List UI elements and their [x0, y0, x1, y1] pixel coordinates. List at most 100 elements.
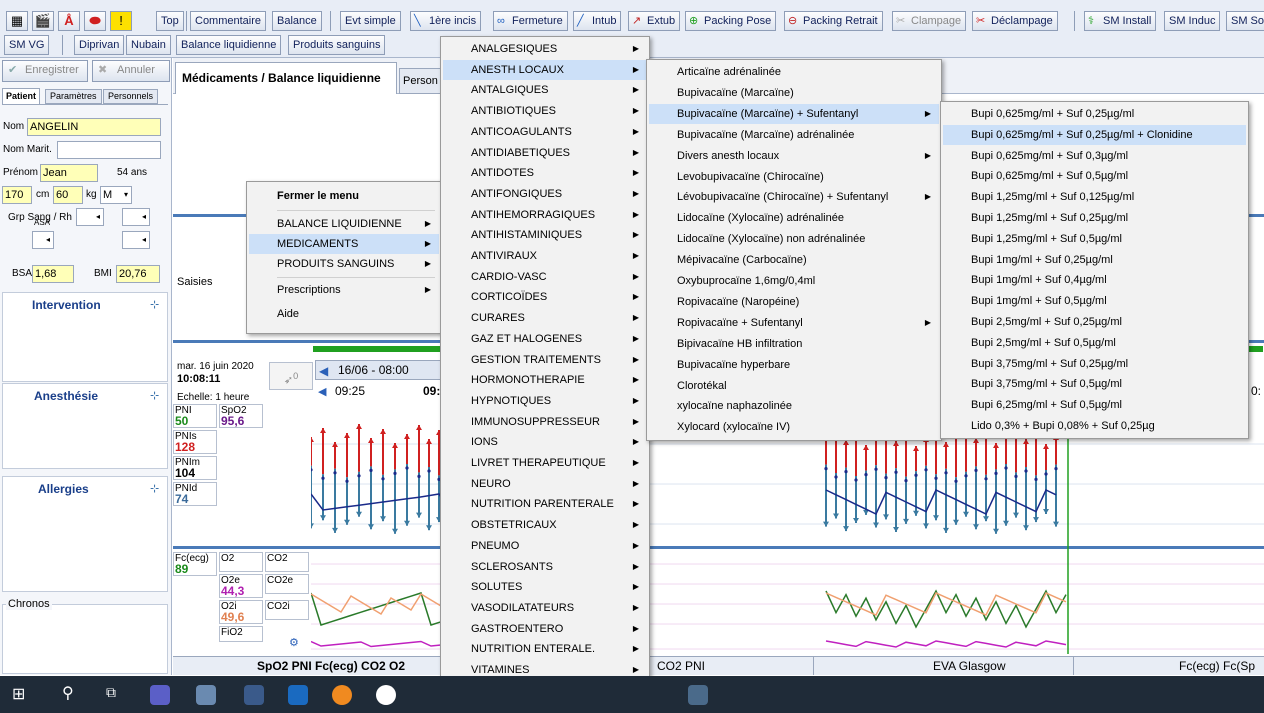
app-icon[interactable] — [376, 685, 396, 705]
menu-item-antidiabetiques[interactable]: ANTIDIABETIQUES ▶ — [443, 143, 647, 163]
declampage-button[interactable]: ✂ Déclampage — [972, 11, 1058, 31]
menu-item-bupi-option[interactable]: Bupi 3,75mg/ml + Suf 0,5µg/ml — [943, 374, 1246, 394]
menu-item-bupivacaine-marcaine-sufentanyl[interactable]: Bupivacaïne (Marcaïne) + Sufentanyl ▶ — [649, 103, 939, 124]
menu-item-bupi-option[interactable]: Bupi 1,25mg/ml + Suf 0,5µg/ml — [943, 229, 1246, 249]
menu-item-antidotes[interactable]: ANTIDOTES ▶ — [443, 163, 647, 183]
menu-item-antifongiques[interactable]: ANTIFONGIQUES ▶ — [443, 184, 647, 204]
windows-start-icon[interactable]: ⊞ — [12, 684, 25, 704]
clampage-button[interactable]: ✂ Clampage — [892, 11, 967, 31]
syringe-button[interactable]: ➶0 — [269, 362, 313, 390]
app-icon[interactable] — [196, 685, 216, 705]
menu-item-ropivacaine-naropeine[interactable]: Ropivacaïne (Naropéine) — [649, 292, 939, 312]
bmi-field[interactable]: 20,76 — [116, 265, 160, 283]
commentaire-button[interactable]: Commentaire — [190, 11, 267, 31]
tree-icon[interactable]: ⊹ — [150, 389, 159, 402]
menu-item-curares[interactable]: CURARES ▶ — [443, 308, 647, 328]
menu-item-prescriptions[interactable]: Prescriptions ▶ — [249, 280, 439, 300]
menu-item-articaine-adrenalinee[interactable]: Articaïne adrénalinée — [649, 62, 939, 82]
sm-vg-button[interactable]: SM VG — [4, 35, 50, 55]
menu-item-lidocaine-xylocaine-adrenalinee[interactable]: Lidocaïne (Xylocaïne) adrénalinée — [649, 208, 939, 228]
menu-item-oxybuprocaine-1-6mg-0-4ml[interactable]: Oxybuprocaïne 1,6mg/0,4ml — [649, 271, 939, 291]
gears-icon[interactable]: ⚙ — [289, 636, 299, 649]
teams-icon[interactable] — [150, 685, 170, 705]
extub-button[interactable]: ↗ Extub — [628, 11, 681, 31]
packing-pose-button[interactable]: ⊕ Packing Pose — [685, 11, 777, 31]
menu-item-hypnotiques[interactable]: HYPNOTIQUES ▶ — [443, 391, 647, 411]
menu-item-medicaments[interactable]: MEDICAMENTS ▶ — [249, 234, 439, 254]
menu-item-bupi-option[interactable]: Bupi 1,25mg/ml + Suf 0,25µg/ml — [943, 208, 1246, 228]
menu-item-bupi-option[interactable]: Bupi 2,5mg/ml + Suf 0,5µg/ml — [943, 333, 1246, 353]
rh-select[interactable]: ◂ — [122, 208, 150, 226]
produits-sanguins-button[interactable]: Produits sanguins — [288, 35, 386, 55]
menu-item-divers-anesth-locaux[interactable]: Divers anesth locaux ▶ — [649, 146, 939, 166]
menu-item-bupivacaine-marcaine-adrenalinee[interactable]: Bupivacaïne (Marcaïne) adrénalinée — [649, 125, 939, 145]
menu-item-ions[interactable]: IONS ▶ — [443, 432, 647, 452]
menu-item-bupi-option[interactable]: Bupi 0,625mg/ml + Suf 0,25µg/ml + Clonid… — [943, 124, 1246, 145]
prev-icon[interactable]: ◀ — [318, 385, 326, 398]
menu-item-bupi-option[interactable]: Lido 0,3% + Bupi 0,08% + Suf 0,25µg — [943, 416, 1246, 436]
menu-item-clorotekal[interactable]: Clorotékal — [649, 376, 939, 396]
tree-icon[interactable]: ⊹ — [150, 298, 159, 311]
menu-item-bupi-option[interactable]: Bupi 3,75mg/ml + Suf 0,25µg/ml — [943, 354, 1246, 374]
sm-install-button[interactable]: ⚕ SM Install — [1084, 11, 1157, 31]
menu-item-fermer-le-menu[interactable]: Fermer le menu — [249, 186, 439, 206]
sm-induc-button[interactable]: SM Induc — [1164, 11, 1221, 31]
menu-item-xylocard-xylocaine-iv[interactable]: Xylocard (xylocaïne IV) — [649, 417, 939, 437]
menu-item-antalgiques[interactable]: ANTALGIQUES ▶ — [443, 80, 647, 100]
app-icon[interactable] — [688, 685, 708, 705]
capsule-icon[interactable]: ⬬ — [84, 11, 106, 31]
tab-personnels[interactable]: Personnels — [103, 89, 159, 104]
date-navigator[interactable]: ◀ 16/06 - 08:00 — [315, 360, 445, 380]
menu-item-immunosuppresseur[interactable]: IMMUNOSUPPRESSEUR ▶ — [443, 412, 647, 432]
nubain-button[interactable]: Nubain — [126, 35, 171, 55]
menu-item-antiviraux[interactable]: ANTIVIRAUX ▶ — [443, 246, 647, 266]
menu-item-bupi-option[interactable]: Bupi 0,625mg/ml + Suf 0,5µg/ml — [943, 166, 1246, 186]
menu-item-produits-sanguins[interactable]: PRODUITS SANGUINS ▶ — [249, 254, 439, 274]
menu-item-corticoides[interactable]: CORTICOÏDES ▶ — [443, 287, 647, 307]
menu-item-livret-therapeutique[interactable]: LIVRET THERAPEUTIQUE ▶ — [443, 453, 647, 473]
menu-item-bupivacaine-marcaine[interactable]: Bupivacaïne (Marcaïne) — [649, 83, 939, 103]
intub-button[interactable]: ╱ Intub — [573, 11, 622, 31]
incision-button[interactable]: ╲ 1ère incis — [410, 11, 482, 31]
menu-item-bupi-option[interactable]: Bupi 0,625mg/ml + Suf 0,25µg/ml — [943, 104, 1246, 124]
menu-item-obstetricaux[interactable]: OBSTETRICAUX ▶ — [443, 515, 647, 535]
outlook-icon[interactable] — [288, 685, 308, 705]
task-view-icon[interactable]: ⧉ — [106, 684, 116, 701]
menu-item-gaz-et-halogenes[interactable]: GAZ ET HALOGENES ▶ — [443, 329, 647, 349]
menu-item-pneumo[interactable]: PNEUMO ▶ — [443, 536, 647, 556]
menu-item-bupi-option[interactable]: Bupi 1,25mg/ml + Suf 0,125µg/ml — [943, 187, 1246, 207]
menu-item-cardio-vasc[interactable]: CARDIO-VASC ▶ — [443, 267, 647, 287]
menu-item-antihistaminiques[interactable]: ANTIHISTAMINIQUES ▶ — [443, 225, 647, 245]
menu-item-gastroentero[interactable]: GASTROENTERO ▶ — [443, 619, 647, 639]
menu-item-balance-liquidienne[interactable]: BALANCE LIQUIDIENNE ▶ — [249, 214, 439, 234]
menu-item-antibiotiques[interactable]: ANTIBIOTIQUES ▶ — [443, 101, 647, 121]
nom-field[interactable]: ANGELIN — [27, 118, 161, 136]
menu-item-antihemorragiques[interactable]: ANTIHEMORRAGIQUES ▶ — [443, 205, 647, 225]
menu-item-mepivacaine-carbocaine[interactable]: Mépivacaïne (Carbocaïne) — [649, 250, 939, 270]
sm-so-button[interactable]: SM So — [1226, 11, 1264, 31]
tab-medicaments[interactable]: Médicaments / Balance liquidienne — [175, 62, 397, 94]
save-button[interactable]: ✔ Enregistrer — [2, 60, 88, 82]
balance-liquidienne-button[interactable]: Balance liquidienne — [176, 35, 282, 55]
tab-parametres[interactable]: Paramètres — [45, 89, 102, 104]
menu-item-bupi-option[interactable]: Bupi 2,5mg/ml + Suf 0,25µg/ml — [943, 312, 1246, 332]
tree-icon[interactable]: ⊹ — [150, 482, 159, 495]
menu-item-ropivacaine-sufentanyl[interactable]: Ropivacaïne + Sufentanyl ▶ — [649, 313, 939, 333]
top-button[interactable]: Top — [156, 11, 184, 31]
evt-simple-button[interactable]: Evt simple — [340, 11, 401, 31]
balance-button[interactable]: Balance — [272, 11, 322, 31]
back-icon[interactable]: ◀ — [319, 362, 328, 380]
asa-select[interactable]: ◂ — [32, 231, 54, 249]
prenom-field[interactable]: Jean — [40, 164, 98, 182]
nom-marit-field[interactable] — [57, 141, 161, 159]
grid-icon[interactable]: ▦ — [6, 11, 28, 31]
packing-retrait-button[interactable]: ⊖ Packing Retrait — [784, 11, 883, 31]
menu-item-analgesiques[interactable]: ANALGESIQUES ▶ — [443, 39, 647, 59]
menu-item-gestion-traitements[interactable]: GESTION TRAITEMENTS ▶ — [443, 350, 647, 370]
fermeture-button[interactable]: ∞ Fermeture — [493, 11, 568, 31]
menu-item-bupi-option[interactable]: Bupi 6,25mg/ml + Suf 0,5µg/ml — [943, 395, 1246, 415]
cancel-button[interactable]: ✖ Annuler — [92, 60, 170, 82]
bsa-field[interactable]: 1,68 — [32, 265, 74, 283]
menu-item-neuro[interactable]: NEURO ▶ — [443, 474, 647, 494]
search-icon[interactable]: ⚲ — [62, 683, 74, 703]
